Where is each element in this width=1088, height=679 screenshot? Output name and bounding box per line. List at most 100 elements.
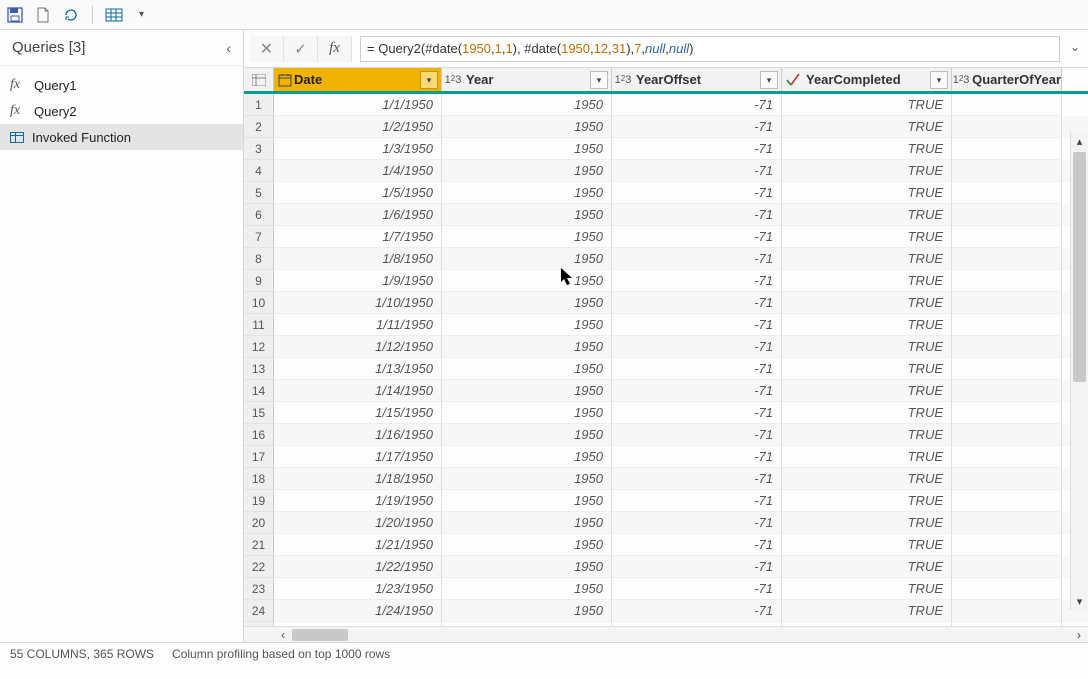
table-row[interactable]: 181/18/19501950-71TRUE [244, 468, 1088, 490]
table-row[interactable]: 231/23/19501950-71TRUE [244, 578, 1088, 600]
table-row[interactable]: 81/8/19501950-71TRUE [244, 248, 1088, 270]
scroll-up-icon[interactable]: ▴ [1071, 132, 1088, 150]
table-row[interactable]: 91/9/19501950-71TRUE [244, 270, 1088, 292]
cell-year: 1950 [442, 248, 612, 270]
table-row[interactable]: 61/6/19501950-71TRUE [244, 204, 1088, 226]
qat-more-chevron-icon[interactable]: ▾ [139, 9, 144, 20]
cell-year: 1950 [442, 116, 612, 138]
table-row[interactable]: 191/19/19501950-71TRUE [244, 490, 1088, 512]
cell-date: 1/12/1950 [274, 336, 442, 358]
cell-date: 1/14/1950 [274, 380, 442, 402]
cell-yearoffset: -71 [612, 358, 782, 380]
column-header-quarterofyear[interactable]: 123 QuarterOfYear [952, 68, 1062, 91]
cell-year: 1950 [442, 160, 612, 182]
fx-icon[interactable]: fx [318, 36, 352, 62]
column-header-date[interactable]: Date ▾ [274, 68, 442, 91]
cell-year: 1950 [442, 292, 612, 314]
cell-yearcompleted: TRUE [782, 578, 952, 600]
status-bar: 55 COLUMNS, 365 ROWS Column profiling ba… [0, 642, 1088, 664]
cell-yearoffset: -71 [612, 248, 782, 270]
table-row[interactable]: 121/12/19501950-71TRUE [244, 336, 1088, 358]
collapse-pane-chevron-icon[interactable]: ‹ [226, 40, 231, 56]
scrollbar-thumb[interactable] [1073, 152, 1086, 382]
cell-yearcompleted [782, 622, 952, 626]
cell-quarterofyear [952, 94, 1062, 116]
horizontal-scrollbar[interactable]: ‹ › [244, 626, 1088, 642]
cell-yearcompleted: TRUE [782, 402, 952, 424]
column-filter-dropdown[interactable]: ▾ [420, 71, 438, 89]
table-row[interactable]: 21/2/19501950-71TRUE [244, 116, 1088, 138]
cell-quarterofyear [952, 336, 1062, 358]
cell-yearcompleted: TRUE [782, 556, 952, 578]
cell-year: 1950 [442, 468, 612, 490]
table-row[interactable]: 201/20/19501950-71TRUE [244, 512, 1088, 534]
query-item[interactable]: fxQuery2 [0, 98, 243, 124]
query-item[interactable]: fxQuery1 [0, 72, 243, 98]
table-row[interactable]: 101/10/19501950-71TRUE [244, 292, 1088, 314]
table-icon[interactable] [105, 6, 123, 24]
table-row[interactable]: 11/1/19501950-71TRUE [244, 94, 1088, 116]
column-filter-dropdown[interactable]: ▾ [590, 71, 608, 89]
cell-yearcompleted: TRUE [782, 600, 952, 622]
queries-list: fxQuery1fxQuery2Invoked Function [0, 66, 243, 150]
cell-yearoffset: -71 [612, 402, 782, 424]
cell-quarterofyear [952, 314, 1062, 336]
table-row[interactable]: 161/16/19501950-71TRUE [244, 424, 1088, 446]
cell-yearcompleted: TRUE [782, 446, 952, 468]
grid-body: 11/1/19501950-71TRUE21/2/19501950-71TRUE… [244, 94, 1088, 626]
table-row[interactable]: 151/15/19501950-71TRUE [244, 402, 1088, 424]
cell-year: 1950 [442, 138, 612, 160]
scroll-down-icon[interactable]: ▾ [1071, 592, 1088, 610]
column-header-yearcompleted[interactable]: YearCompleted ▾ [782, 68, 952, 91]
number-type-icon: 123 [442, 74, 464, 86]
row-number: 6 [244, 204, 274, 226]
table-row[interactable]: 31/3/19501950-71TRUE [244, 138, 1088, 160]
scrollbar-thumb[interactable] [292, 629, 348, 641]
table-row[interactable]: 171/17/19501950-71TRUE [244, 446, 1088, 468]
scroll-left-icon[interactable]: ‹ [274, 628, 292, 642]
cell-quarterofyear [952, 116, 1062, 138]
formula-bar: ✕ ✓ fx = Query2(#date( 1950, 1, 1 ), #da… [244, 30, 1088, 68]
save-icon[interactable] [6, 6, 24, 24]
formula-expand-chevron-icon[interactable]: ⌄ [1070, 40, 1080, 54]
cell-yearoffset: -71 [612, 204, 782, 226]
cell-yearcompleted: TRUE [782, 336, 952, 358]
cell-yearoffset: -71 [612, 292, 782, 314]
cell-yearcompleted: TRUE [782, 490, 952, 512]
cell-yearoffset: -71 [612, 490, 782, 512]
table-row[interactable]: 25 [244, 622, 1088, 626]
row-number: 1 [244, 94, 274, 116]
column-header-year[interactable]: 123 Year ▾ [442, 68, 612, 91]
table-row[interactable]: 71/7/19501950-71TRUE [244, 226, 1088, 248]
table-row[interactable]: 241/24/19501950-71TRUE [244, 600, 1088, 622]
table-row[interactable]: 221/22/19501950-71TRUE [244, 556, 1088, 578]
table-row[interactable]: 211/21/19501950-71TRUE [244, 534, 1088, 556]
table-row[interactable]: 41/4/19501950-71TRUE [244, 160, 1088, 182]
formula-input[interactable]: = Query2(#date( 1950, 1, 1 ), #date( 195… [360, 36, 1060, 62]
cell-year: 1950 [442, 380, 612, 402]
refresh-icon[interactable] [62, 6, 80, 24]
document-icon[interactable] [34, 6, 52, 24]
quick-access-toolbar: ▾ [0, 0, 1088, 30]
cell-quarterofyear [952, 512, 1062, 534]
vertical-scrollbar[interactable]: ▴ ▾ [1070, 132, 1088, 610]
scroll-right-icon[interactable]: › [1070, 628, 1088, 642]
cell-year: 1950 [442, 424, 612, 446]
table-row[interactable]: 51/5/19501950-71TRUE [244, 182, 1088, 204]
formula-commit-button[interactable]: ✓ [284, 36, 318, 62]
table-row[interactable]: 131/13/19501950-71TRUE [244, 358, 1088, 380]
query-item[interactable]: Invoked Function [0, 124, 243, 150]
cell-date: 1/19/1950 [274, 490, 442, 512]
cell-yearcompleted: TRUE [782, 424, 952, 446]
cell-quarterofyear [952, 292, 1062, 314]
column-filter-dropdown[interactable]: ▾ [760, 71, 778, 89]
column-filter-dropdown[interactable]: ▾ [930, 71, 948, 89]
formula-cancel-button[interactable]: ✕ [250, 36, 284, 62]
cell-yearcompleted: TRUE [782, 182, 952, 204]
select-all-corner[interactable] [244, 68, 274, 91]
table-row[interactable]: 141/14/19501950-71TRUE [244, 380, 1088, 402]
table-row[interactable]: 111/11/19501950-71TRUE [244, 314, 1088, 336]
cell-yearoffset: -71 [612, 380, 782, 402]
column-header-yearoffset[interactable]: 123 YearOffset ▾ [612, 68, 782, 91]
cell-yearoffset: -71 [612, 424, 782, 446]
